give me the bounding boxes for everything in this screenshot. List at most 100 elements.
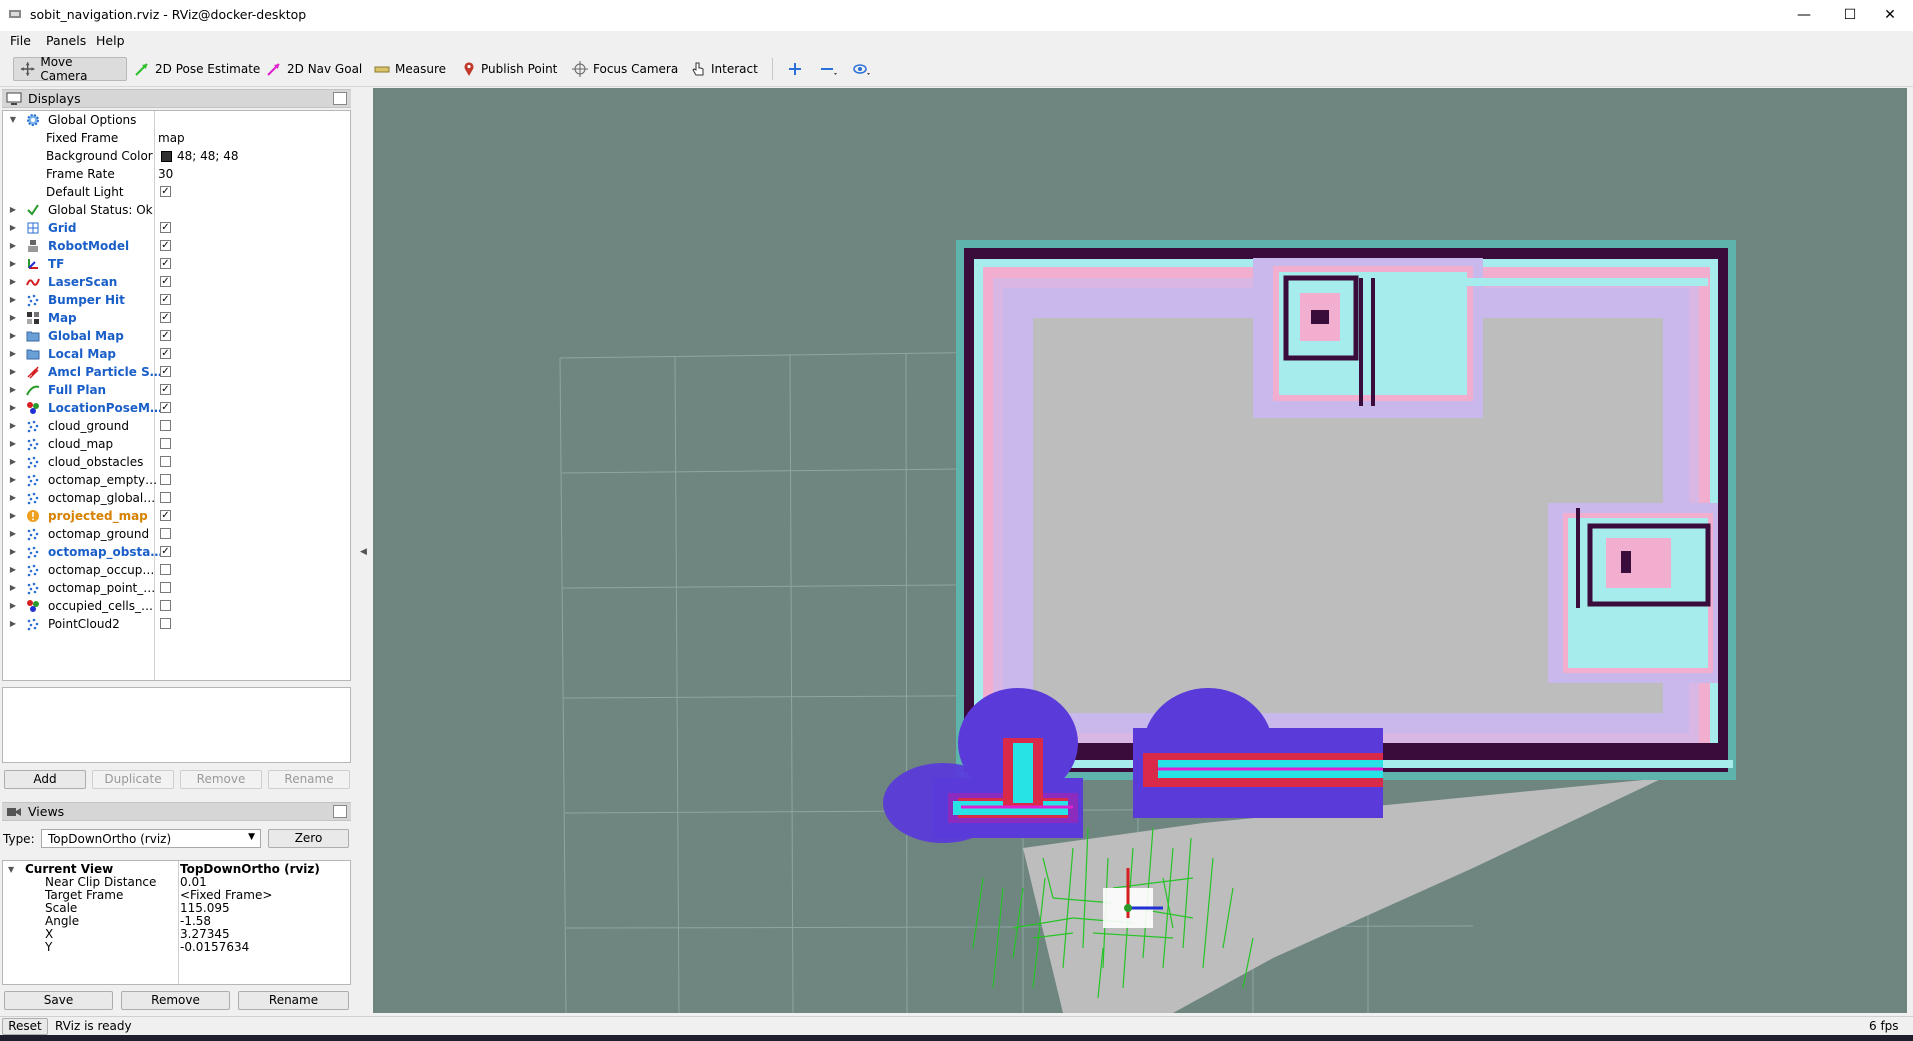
expand-arrow-icon[interactable]: ▶ [8, 471, 18, 489]
display-enable-checkbox[interactable] [160, 492, 171, 503]
remove-tool-button[interactable] [814, 57, 844, 81]
publish-point-tool[interactable]: Publish Point [456, 57, 563, 81]
expand-arrow-icon[interactable]: ▶ [8, 255, 18, 273]
close-button[interactable]: ✕ [1867, 0, 1913, 31]
expand-arrow-icon[interactable]: ▶ [8, 543, 18, 561]
expand-arrow-icon[interactable]: ▶ [8, 309, 18, 327]
display-item-map[interactable]: ▶ Map ✓ [3, 309, 350, 327]
display-item-local-map[interactable]: ▶ Local Map ✓ [3, 345, 350, 363]
display-item-octomap-occup[interactable]: ▶ octomap_occup… [3, 561, 350, 579]
display-item-octomap-empty[interactable]: ▶ octomap_empty… [3, 471, 350, 489]
expand-arrow-icon[interactable]: ▶ [8, 201, 18, 219]
remove-display-button[interactable]: Remove [180, 770, 262, 789]
view-property-row[interactable]: Y -0.0157634 [3, 941, 350, 954]
display-enable-checkbox[interactable]: ✓ [160, 258, 171, 269]
expand-arrow-icon[interactable]: ▶ [8, 597, 18, 615]
view-property-row[interactable]: X 3.27345 [3, 928, 350, 941]
display-enable-checkbox[interactable]: ✓ [160, 240, 171, 251]
splitter-collapse-icon[interactable]: ◀ [360, 547, 367, 557]
view-property-row[interactable]: Angle -1.58 [3, 915, 350, 928]
display-item-cloud-obstacles[interactable]: ▶ cloud_obstacles [3, 453, 350, 471]
display-item-occupied-cells[interactable]: ▶ occupied_cells_… [3, 597, 350, 615]
display-item-bumper-hit[interactable]: ▶ Bumper Hit ✓ [3, 291, 350, 309]
reset-button[interactable]: Reset [2, 1018, 48, 1035]
display-enable-checkbox[interactable]: ✓ [160, 312, 171, 323]
display-enable-checkbox[interactable] [160, 456, 171, 467]
background-color-row[interactable]: Background Color 48; 48; 48 [3, 147, 350, 165]
frame-rate-row[interactable]: Frame Rate 30 [3, 165, 350, 183]
expand-arrow-icon[interactable]: ▶ [8, 525, 18, 543]
global-options-row[interactable]: ▼ Global Options [3, 111, 350, 129]
expand-arrow-icon[interactable]: ▶ [8, 237, 18, 255]
display-item-octomap-point[interactable]: ▶ octomap_point_… [3, 579, 350, 597]
views-tree[interactable]: ▼ Current View TopDownOrtho (rviz) Near … [2, 860, 351, 985]
display-item-robotmodel[interactable]: ▶ RobotModel ✓ [3, 237, 350, 255]
measure-tool[interactable]: Measure [368, 57, 452, 81]
window-titlebar[interactable]: sobit_navigation.rviz - RViz@docker-desk… [0, 0, 1913, 31]
display-item-pointcloud2[interactable]: ▶ PointCloud2 [3, 615, 350, 633]
render-viewport[interactable] [373, 88, 1907, 1013]
frame-rate-value[interactable]: 30 [158, 165, 173, 183]
remove-view-button[interactable]: Remove [121, 991, 230, 1010]
add-tool-button[interactable] [782, 57, 808, 81]
view-type-select[interactable]: TopDownOrtho (rviz) ▼ [41, 829, 261, 848]
display-enable-checkbox[interactable]: ✓ [160, 546, 171, 557]
display-item-projected-map[interactable]: ▶ projected_map ✓ [3, 507, 350, 525]
background-color-value[interactable]: 48; 48; 48 [177, 147, 239, 165]
pose-estimate-tool[interactable]: 2D Pose Estimate [128, 57, 266, 81]
expand-arrow-icon[interactable]: ▶ [8, 489, 18, 507]
collapse-arrow-icon[interactable]: ▼ [8, 111, 18, 129]
display-enable-checkbox[interactable] [160, 618, 171, 629]
display-enable-checkbox[interactable] [160, 438, 171, 449]
view-property-value[interactable]: -0.0157634 [180, 941, 249, 954]
display-item-octomap-global[interactable]: ▶ octomap_global… [3, 489, 350, 507]
panel-float-button[interactable] [333, 92, 347, 105]
expand-arrow-icon[interactable]: ▶ [8, 615, 18, 633]
expand-arrow-icon[interactable]: ▶ [8, 327, 18, 345]
display-enable-checkbox[interactable] [160, 528, 171, 539]
expand-arrow-icon[interactable]: ▶ [8, 507, 18, 525]
save-view-button[interactable]: Save [4, 991, 113, 1010]
focus-camera-tool[interactable]: Focus Camera [566, 57, 684, 81]
expand-arrow-icon[interactable]: ▶ [8, 417, 18, 435]
expand-arrow-icon[interactable]: ▶ [8, 381, 18, 399]
display-enable-checkbox[interactable] [160, 582, 171, 593]
color-swatch[interactable] [161, 151, 172, 162]
display-item-locationposem[interactable]: ▶ LocationPoseM… ✓ [3, 399, 350, 417]
menu-help[interactable]: Help [96, 33, 125, 48]
display-item-octomap-ground[interactable]: ▶ octomap_ground [3, 525, 350, 543]
expand-arrow-icon[interactable]: ▶ [8, 453, 18, 471]
display-item-cloud-ground[interactable]: ▶ cloud_ground [3, 417, 350, 435]
display-item-tf[interactable]: ▶ TF ✓ [3, 255, 350, 273]
display-enable-checkbox[interactable] [160, 600, 171, 611]
menu-file[interactable]: File [10, 33, 31, 48]
display-item-laserscan[interactable]: ▶ LaserScan ✓ [3, 273, 350, 291]
expand-arrow-icon[interactable]: ▶ [8, 363, 18, 381]
expand-arrow-icon[interactable]: ▶ [8, 345, 18, 363]
global-status-row[interactable]: ▶ Global Status: Ok [3, 201, 350, 219]
display-enable-checkbox[interactable]: ✓ [160, 330, 171, 341]
display-enable-checkbox[interactable]: ✓ [160, 510, 171, 521]
default-light-checkbox[interactable]: ✓ [160, 186, 171, 197]
interact-tool[interactable]: Interact [684, 57, 764, 81]
expand-arrow-icon[interactable]: ▶ [8, 561, 18, 579]
display-item-amcl-particle-s[interactable]: ▶ Amcl Particle S… ✓ [3, 363, 350, 381]
fixed-frame-row[interactable]: Fixed Frame map [3, 129, 350, 147]
display-item-octomap-obsta[interactable]: ▶ octomap_obsta… ✓ [3, 543, 350, 561]
tool-properties-button[interactable] [846, 57, 878, 81]
zero-button[interactable]: Zero [268, 829, 349, 848]
display-enable-checkbox[interactable]: ✓ [160, 402, 171, 413]
rename-display-button[interactable]: Rename [268, 770, 350, 789]
add-display-button[interactable]: Add [4, 770, 86, 789]
duplicate-display-button[interactable]: Duplicate [92, 770, 174, 789]
nav-goal-tool[interactable]: 2D Nav Goal [260, 57, 368, 81]
expand-arrow-icon[interactable]: ▶ [8, 273, 18, 291]
display-item-cloud-map[interactable]: ▶ cloud_map [3, 435, 350, 453]
display-enable-checkbox[interactable]: ✓ [160, 276, 171, 287]
display-enable-checkbox[interactable]: ✓ [160, 294, 171, 305]
expand-arrow-icon[interactable]: ▶ [8, 219, 18, 237]
display-enable-checkbox[interactable]: ✓ [160, 222, 171, 233]
fixed-frame-value[interactable]: map [158, 129, 185, 147]
panel-float-button[interactable] [333, 805, 347, 818]
expand-arrow-icon[interactable]: ▶ [8, 291, 18, 309]
